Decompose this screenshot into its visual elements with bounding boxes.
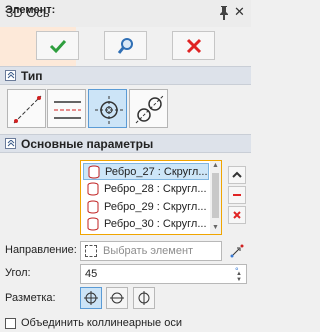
move-up-button[interactable] [228,166,246,184]
selection-box-icon [85,245,97,257]
scroll-up-icon[interactable]: ▲ [212,162,219,169]
list-item[interactable]: Ребро_29 : Скругл... [83,199,209,216]
cylinder-icon [87,182,99,196]
reverse-direction-icon[interactable] [228,242,246,260]
markup-vertical-button[interactable] [133,287,155,309]
preview-button[interactable] [104,31,147,60]
pin-icon[interactable] [218,5,230,21]
list-scrollbar[interactable]: ▲ ▼ [210,161,221,234]
angle-input[interactable]: 45 ° ▲ ▼ [80,264,247,284]
ok-button[interactable] [36,31,79,60]
close-icon[interactable]: ✕ [234,4,245,20]
element-label: Элемент: [5,4,56,16]
scroll-down-icon[interactable]: ▼ [212,224,219,231]
cylinder-icon [87,200,99,214]
merge-collinear-checkbox[interactable] [5,318,16,329]
list-item-label: Ребро_29 : Скругл... [104,201,207,213]
two-conics-axis-icon [135,95,164,124]
type-two-points-button[interactable] [7,89,46,128]
angle-value: 45 [85,268,98,280]
section-type[interactable]: Тип [0,66,251,85]
element-list[interactable]: Ребро_27 : Скругл... Ребро_28 : Скругл..… [80,160,222,235]
spin-down-icon[interactable]: ▼ [236,277,242,283]
list-item[interactable]: Ребро_28 : Скругл... [83,181,209,198]
full-cross-icon [84,291,98,305]
markup-full-cross-button[interactable] [80,287,102,309]
direction-input[interactable]: Выбрать элемент [80,241,222,261]
direction-label: Направление: [5,244,77,256]
section-main-label: Основные параметры [21,137,154,151]
clear-list-button[interactable] [228,206,246,224]
list-item-label: Ребро_30 : Скругл... [104,218,207,230]
direction-placeholder: Выбрать элемент [103,245,194,257]
markup-horizontal-button[interactable] [106,287,128,309]
vertical-axis-icon [138,291,150,305]
horizontal-axis-icon [110,292,124,304]
scroll-thumb[interactable] [212,173,219,218]
cancel-button[interactable] [172,31,215,60]
cylinder-icon [87,217,99,231]
conic-axis-icon [95,96,123,124]
markup-label: Разметка: [5,292,56,304]
cross-icon [186,38,202,54]
minus-icon [233,194,241,196]
between-lines-axis-icon [54,101,81,119]
type-two-conics-button[interactable] [129,89,168,128]
checkmark-icon [49,39,67,54]
remove-item-button[interactable] [228,186,246,204]
section-type-label: Тип [21,69,43,83]
type-conic-button[interactable] [88,89,127,128]
collapse-icon[interactable] [5,138,16,149]
list-item-label: Ребро_28 : Скругл... [104,183,207,195]
preview-icon [117,38,133,54]
section-main-params[interactable]: Основные параметры [0,134,251,153]
list-item[interactable]: Ребро_30 : Скругл... [83,216,209,233]
cross-icon [233,211,241,219]
two-points-axis-icon [13,95,42,124]
merge-collinear-label: Объединить коллинеарные оси [21,317,182,329]
list-item-label: Ребро_27 : Скругл... [105,166,208,178]
type-between-lines-button[interactable] [47,89,86,128]
chevron-up-icon [232,171,242,178]
collapse-icon[interactable] [5,70,16,81]
cylinder-icon [88,165,100,179]
angle-label: Угол: [5,267,31,279]
list-item[interactable]: Ребро_27 : Скругл... [83,163,209,180]
